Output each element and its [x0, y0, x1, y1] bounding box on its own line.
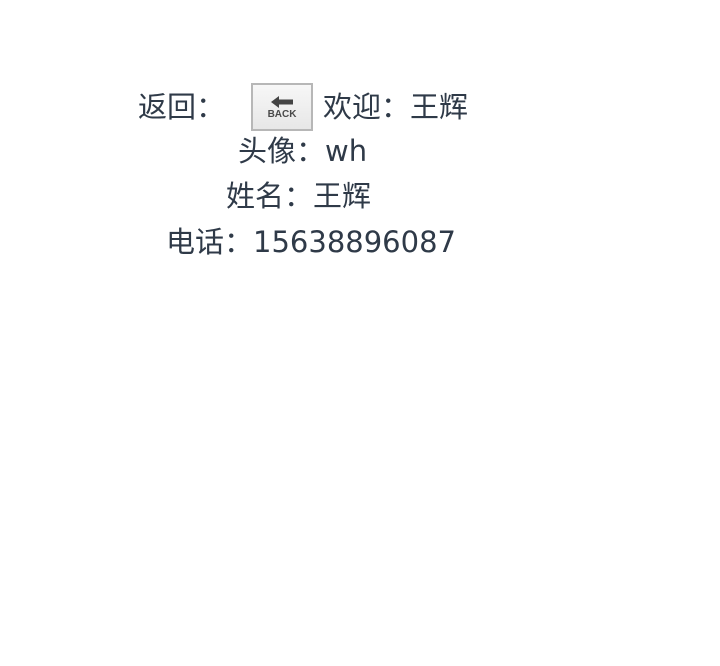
name-row: 姓名： 王辉 — [226, 179, 371, 213]
back-button-text: BACK — [267, 109, 297, 120]
back-button[interactable]: BACK — [251, 83, 314, 131]
name-label: 姓名： — [226, 179, 314, 213]
avatar-row: 头像： wh — [238, 134, 367, 168]
phone-value: 15638896087 — [253, 225, 456, 259]
back-row: 返回： BACK 欢迎： 王辉 — [138, 83, 468, 131]
welcome-name: 王辉 — [410, 90, 469, 124]
welcome-label: 欢迎： — [323, 90, 411, 124]
phone-label: 电话： — [166, 225, 254, 259]
back-label: 返回： — [138, 90, 226, 124]
avatar-label: 头像： — [238, 134, 326, 168]
arrow-left-icon — [271, 96, 294, 108]
name-value: 王辉 — [313, 179, 372, 213]
avatar-value: wh — [325, 134, 368, 168]
phone-row: 电话： 15638896087 — [166, 225, 456, 259]
